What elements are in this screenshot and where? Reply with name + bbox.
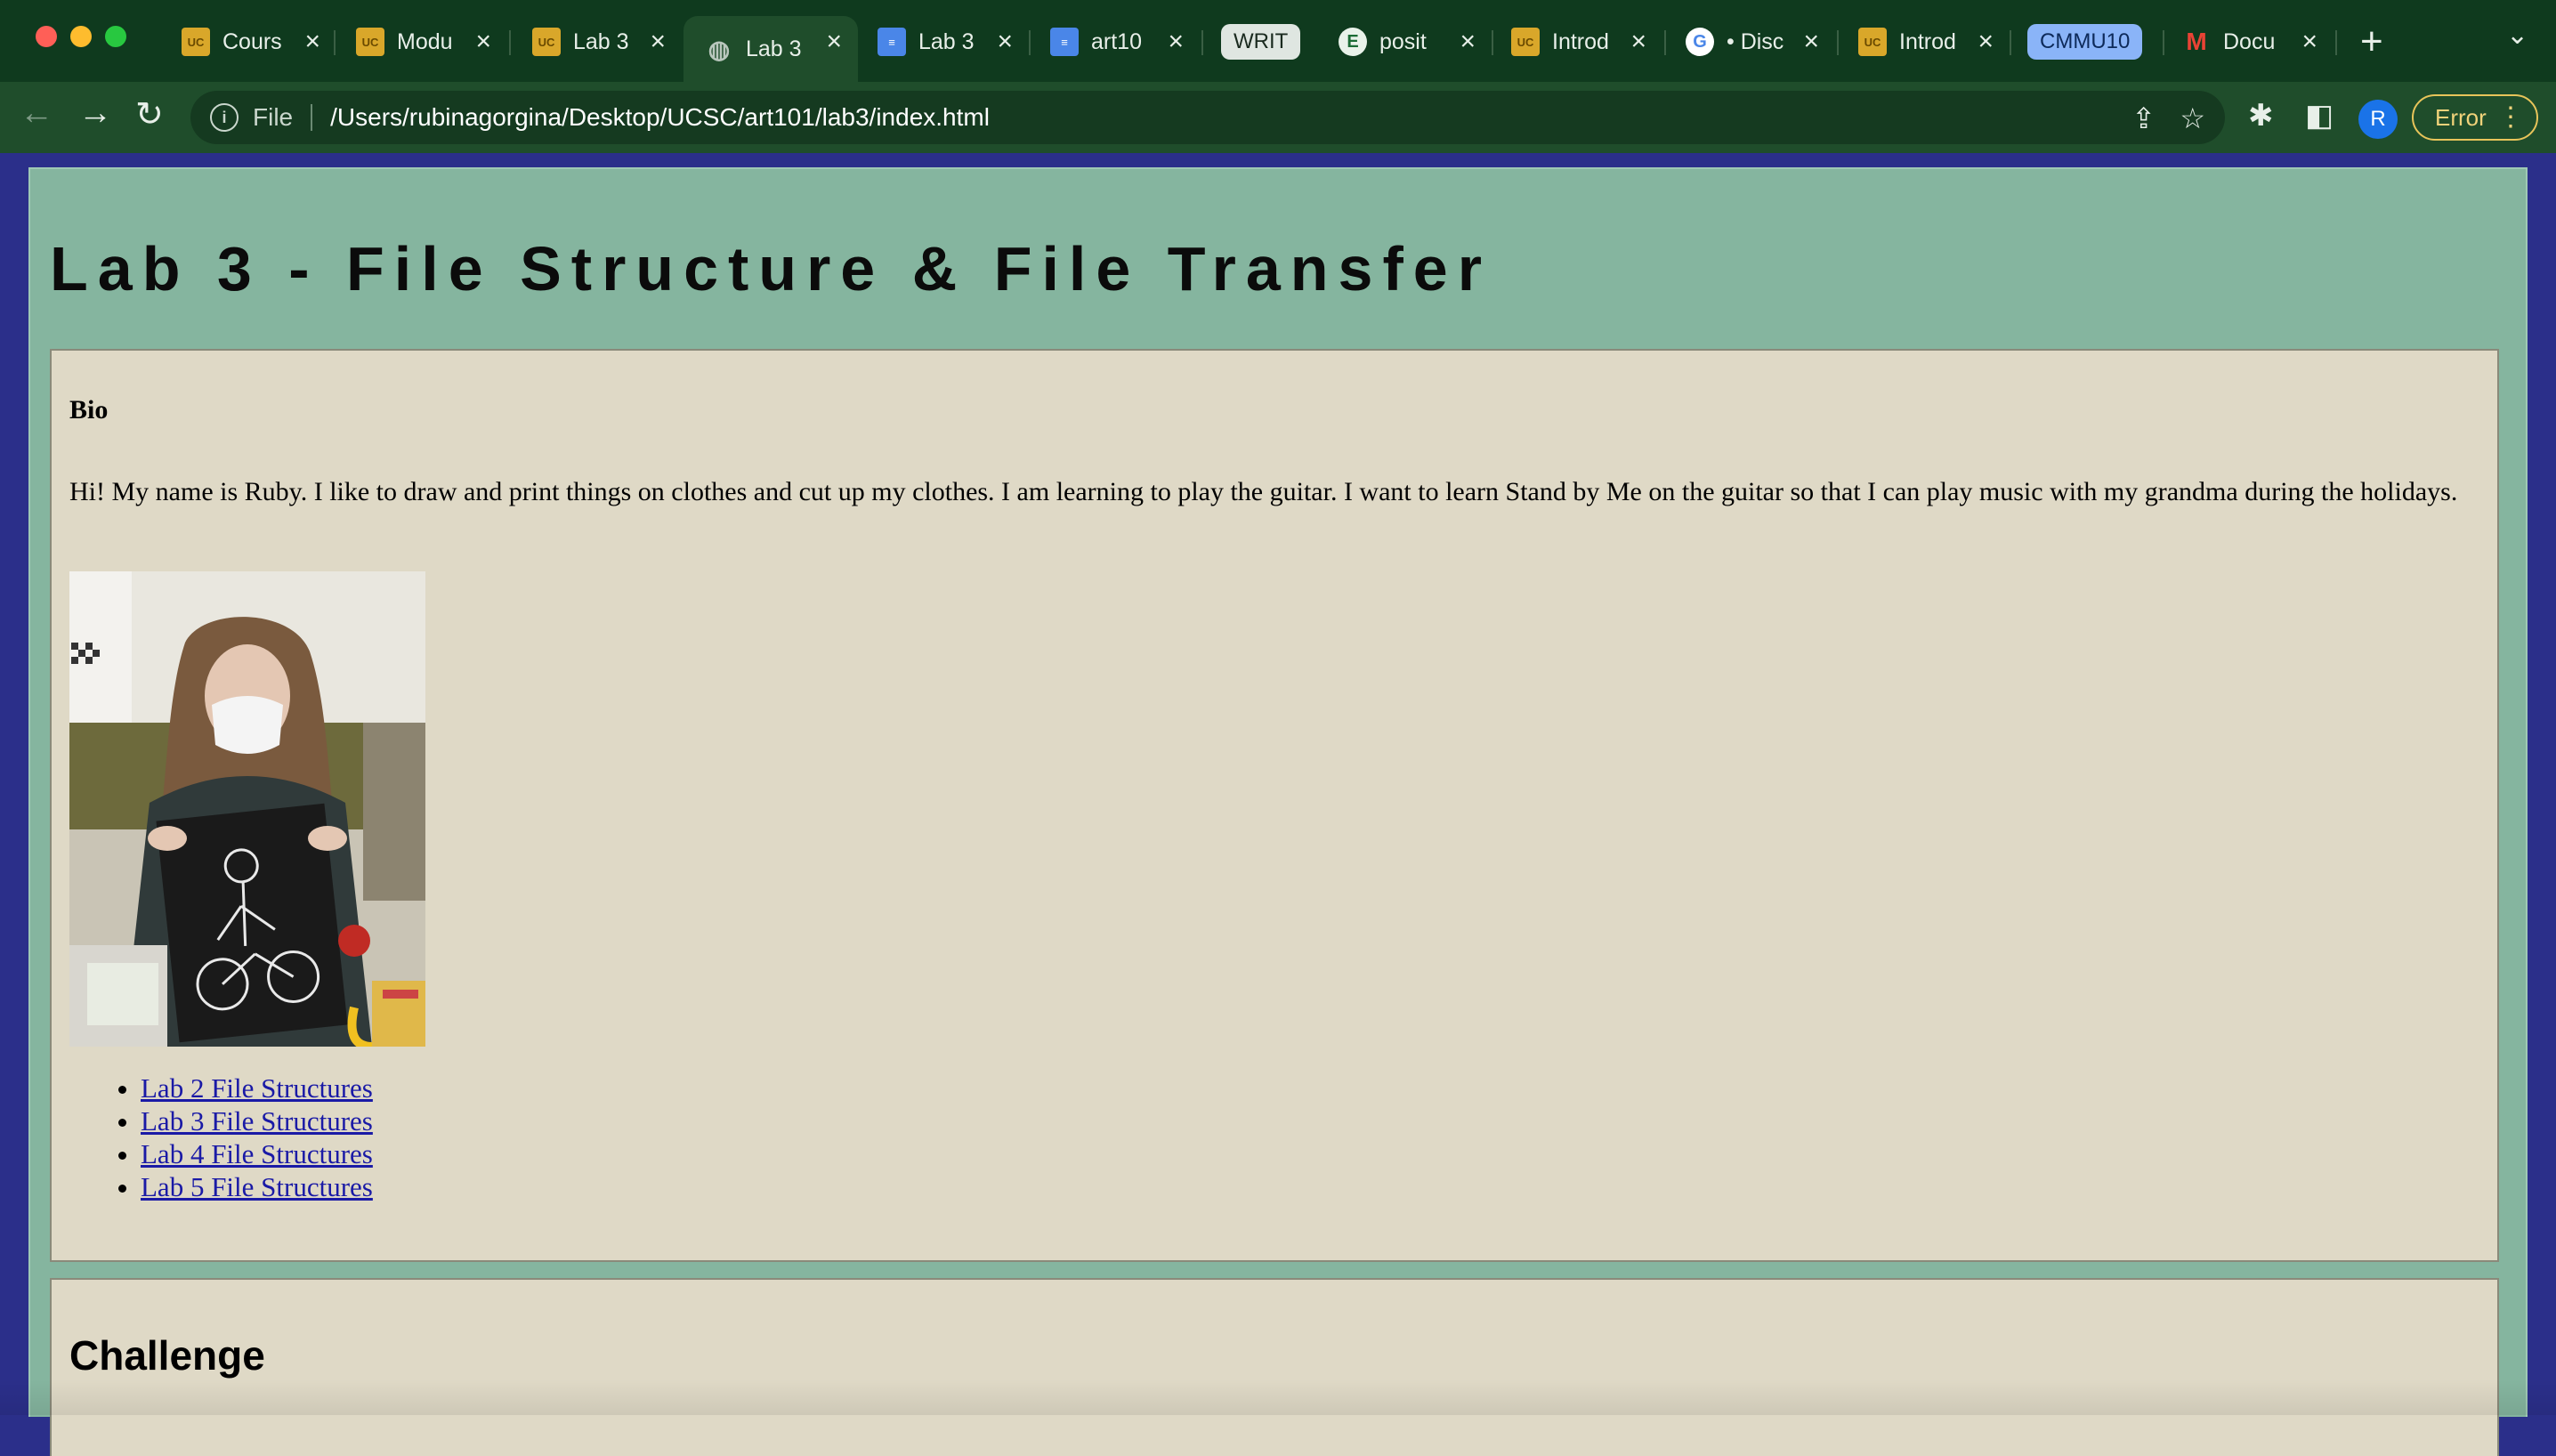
close-tab-icon[interactable]: × bbox=[997, 27, 1013, 57]
error-label: Error bbox=[2435, 103, 2487, 131]
fullscreen-window-button[interactable] bbox=[105, 26, 126, 47]
tab-title: • Disc bbox=[1727, 28, 1784, 54]
browser-tab[interactable]: G • Disc × bbox=[1686, 16, 1819, 68]
list-item: Lab 4 File Structures bbox=[141, 1137, 373, 1170]
browser-tab[interactable]: CMMU10 bbox=[2027, 16, 2148, 68]
close-tab-icon[interactable]: × bbox=[1460, 27, 1476, 57]
browser-tab[interactable]: ≡ art10 × bbox=[1050, 16, 1184, 68]
forward-icon[interactable]: → bbox=[78, 94, 112, 133]
tab-title: Modu bbox=[397, 28, 453, 54]
tab-title: Introd bbox=[1899, 28, 1956, 54]
close-tab-icon[interactable]: × bbox=[475, 27, 491, 57]
google-icon: G bbox=[1686, 28, 1714, 56]
error-button[interactable]: Error ⋮ bbox=[2412, 94, 2538, 141]
close-tab-icon[interactable]: × bbox=[2301, 27, 2317, 57]
minimize-window-button[interactable] bbox=[70, 26, 92, 47]
extensions-icon[interactable]: ✱ bbox=[2248, 98, 2274, 133]
address-bar[interactable]: i File /Users/rubinagorgina/Desktop/UCSC… bbox=[190, 91, 2225, 144]
close-window-button[interactable] bbox=[36, 26, 57, 47]
globe-icon: ◍ bbox=[708, 35, 731, 63]
tab-title: Cours bbox=[222, 28, 282, 54]
lab-4-link[interactable]: Lab 4 File Structures bbox=[141, 1138, 373, 1169]
list-item: Lab 5 File Structures bbox=[141, 1170, 373, 1203]
challenge-section: Challenge bbox=[50, 1278, 2499, 1456]
browser-tab[interactable]: ≡ Lab 3 × bbox=[878, 16, 1013, 68]
tab-title: Introd bbox=[1552, 28, 1609, 54]
scheme-label: File bbox=[253, 103, 294, 131]
tab-group-label: CMMU10 bbox=[2027, 24, 2143, 60]
docs-icon: ≡ bbox=[1050, 28, 1079, 56]
tab-strip: UC Cours × UC Modu × UC Lab 3 × ◍ Lab 3 … bbox=[0, 0, 2556, 82]
url-text[interactable]: /Users/rubinagorgina/Desktop/UCSC/art101… bbox=[330, 103, 990, 132]
gmail-icon: M bbox=[2186, 28, 2207, 55]
e-icon: E bbox=[1339, 28, 1367, 56]
tab-title: Docu bbox=[2223, 28, 2276, 54]
tab-title: posit bbox=[1379, 28, 1427, 54]
close-tab-icon[interactable]: × bbox=[1803, 27, 1819, 57]
challenge-heading: Challenge bbox=[69, 1332, 265, 1379]
share-icon[interactable]: ⇪ bbox=[2131, 101, 2156, 135]
browser-tab[interactable]: E posit × bbox=[1339, 16, 1476, 68]
browser-tab[interactable]: UC Cours × bbox=[182, 16, 320, 68]
ucsc-icon: UC bbox=[1511, 28, 1540, 56]
lab-links-list: Lab 2 File Structures Lab 3 File Structu… bbox=[69, 1072, 373, 1203]
back-icon[interactable]: ← bbox=[20, 94, 53, 133]
bio-section: Bio Hi! My name is Ruby. I like to draw … bbox=[50, 349, 2499, 1262]
lab-5-link[interactable]: Lab 5 File Structures bbox=[141, 1171, 373, 1202]
browser-tab[interactable]: UC Lab 3 × bbox=[532, 16, 666, 68]
browser-tab[interactable]: UC Modu × bbox=[356, 16, 491, 68]
tab-title: Lab 3 bbox=[573, 28, 628, 54]
side-panel-icon[interactable]: ◧ bbox=[2305, 98, 2334, 133]
bottom-shadow bbox=[0, 1379, 2556, 1415]
close-tab-icon[interactable]: × bbox=[1978, 27, 1994, 57]
list-item: Lab 2 File Structures bbox=[141, 1072, 373, 1104]
bookmark-star-icon[interactable]: ☆ bbox=[2180, 101, 2205, 135]
ucsc-icon: UC bbox=[182, 28, 210, 56]
avatar[interactable]: R bbox=[2358, 100, 2398, 139]
browser-tab[interactable]: WRIT bbox=[1221, 16, 1303, 68]
tab-group-label: WRIT bbox=[1221, 24, 1301, 60]
new-tab-icon[interactable]: + bbox=[2360, 20, 2383, 64]
info-icon[interactable]: i bbox=[210, 103, 239, 132]
lab-2-link[interactable]: Lab 2 File Structures bbox=[141, 1072, 373, 1104]
ucsc-icon: UC bbox=[356, 28, 384, 56]
page-content: Lab 3 - File Structure & File Transfer B… bbox=[28, 167, 2528, 1456]
browser-tab[interactable]: M Docu × bbox=[2182, 16, 2317, 68]
chevron-down-icon[interactable]: ⌄ bbox=[2506, 20, 2528, 51]
tab-title: Lab 3 bbox=[746, 36, 801, 61]
page-title: Lab 3 - File Structure & File Transfer bbox=[50, 234, 1492, 303]
reload-icon[interactable]: ↻ bbox=[135, 94, 164, 134]
ucsc-icon: UC bbox=[1858, 28, 1887, 56]
close-tab-icon[interactable]: × bbox=[304, 27, 320, 57]
tab-title: Lab 3 bbox=[918, 28, 974, 54]
browser-tab-active[interactable]: ◍ Lab 3 × bbox=[683, 16, 858, 82]
divider bbox=[311, 104, 313, 131]
bio-heading: Bio bbox=[69, 395, 109, 425]
ucsc-icon: UC bbox=[532, 28, 561, 56]
close-tab-icon[interactable]: × bbox=[826, 27, 842, 57]
tab-title: art10 bbox=[1091, 28, 1142, 54]
docs-icon: ≡ bbox=[878, 28, 906, 56]
browser-toolbar: ← → ↻ i File /Users/rubinagorgina/Deskto… bbox=[0, 82, 2556, 153]
browser-tab[interactable]: UC Introd × bbox=[1511, 16, 1646, 68]
bio-paragraph: Hi! My name is Ruby. I like to draw and … bbox=[69, 477, 2458, 506]
close-tab-icon[interactable]: × bbox=[1168, 27, 1184, 57]
close-tab-icon[interactable]: × bbox=[1630, 27, 1646, 57]
more-menu-icon[interactable]: ⋮ bbox=[2497, 101, 2524, 133]
profile-photo bbox=[69, 571, 425, 1047]
browser-tab[interactable]: UC Introd × bbox=[1858, 16, 1994, 68]
close-tab-icon[interactable]: × bbox=[650, 27, 666, 57]
list-item: Lab 3 File Structures bbox=[141, 1104, 373, 1137]
lab-3-link[interactable]: Lab 3 File Structures bbox=[141, 1105, 373, 1136]
